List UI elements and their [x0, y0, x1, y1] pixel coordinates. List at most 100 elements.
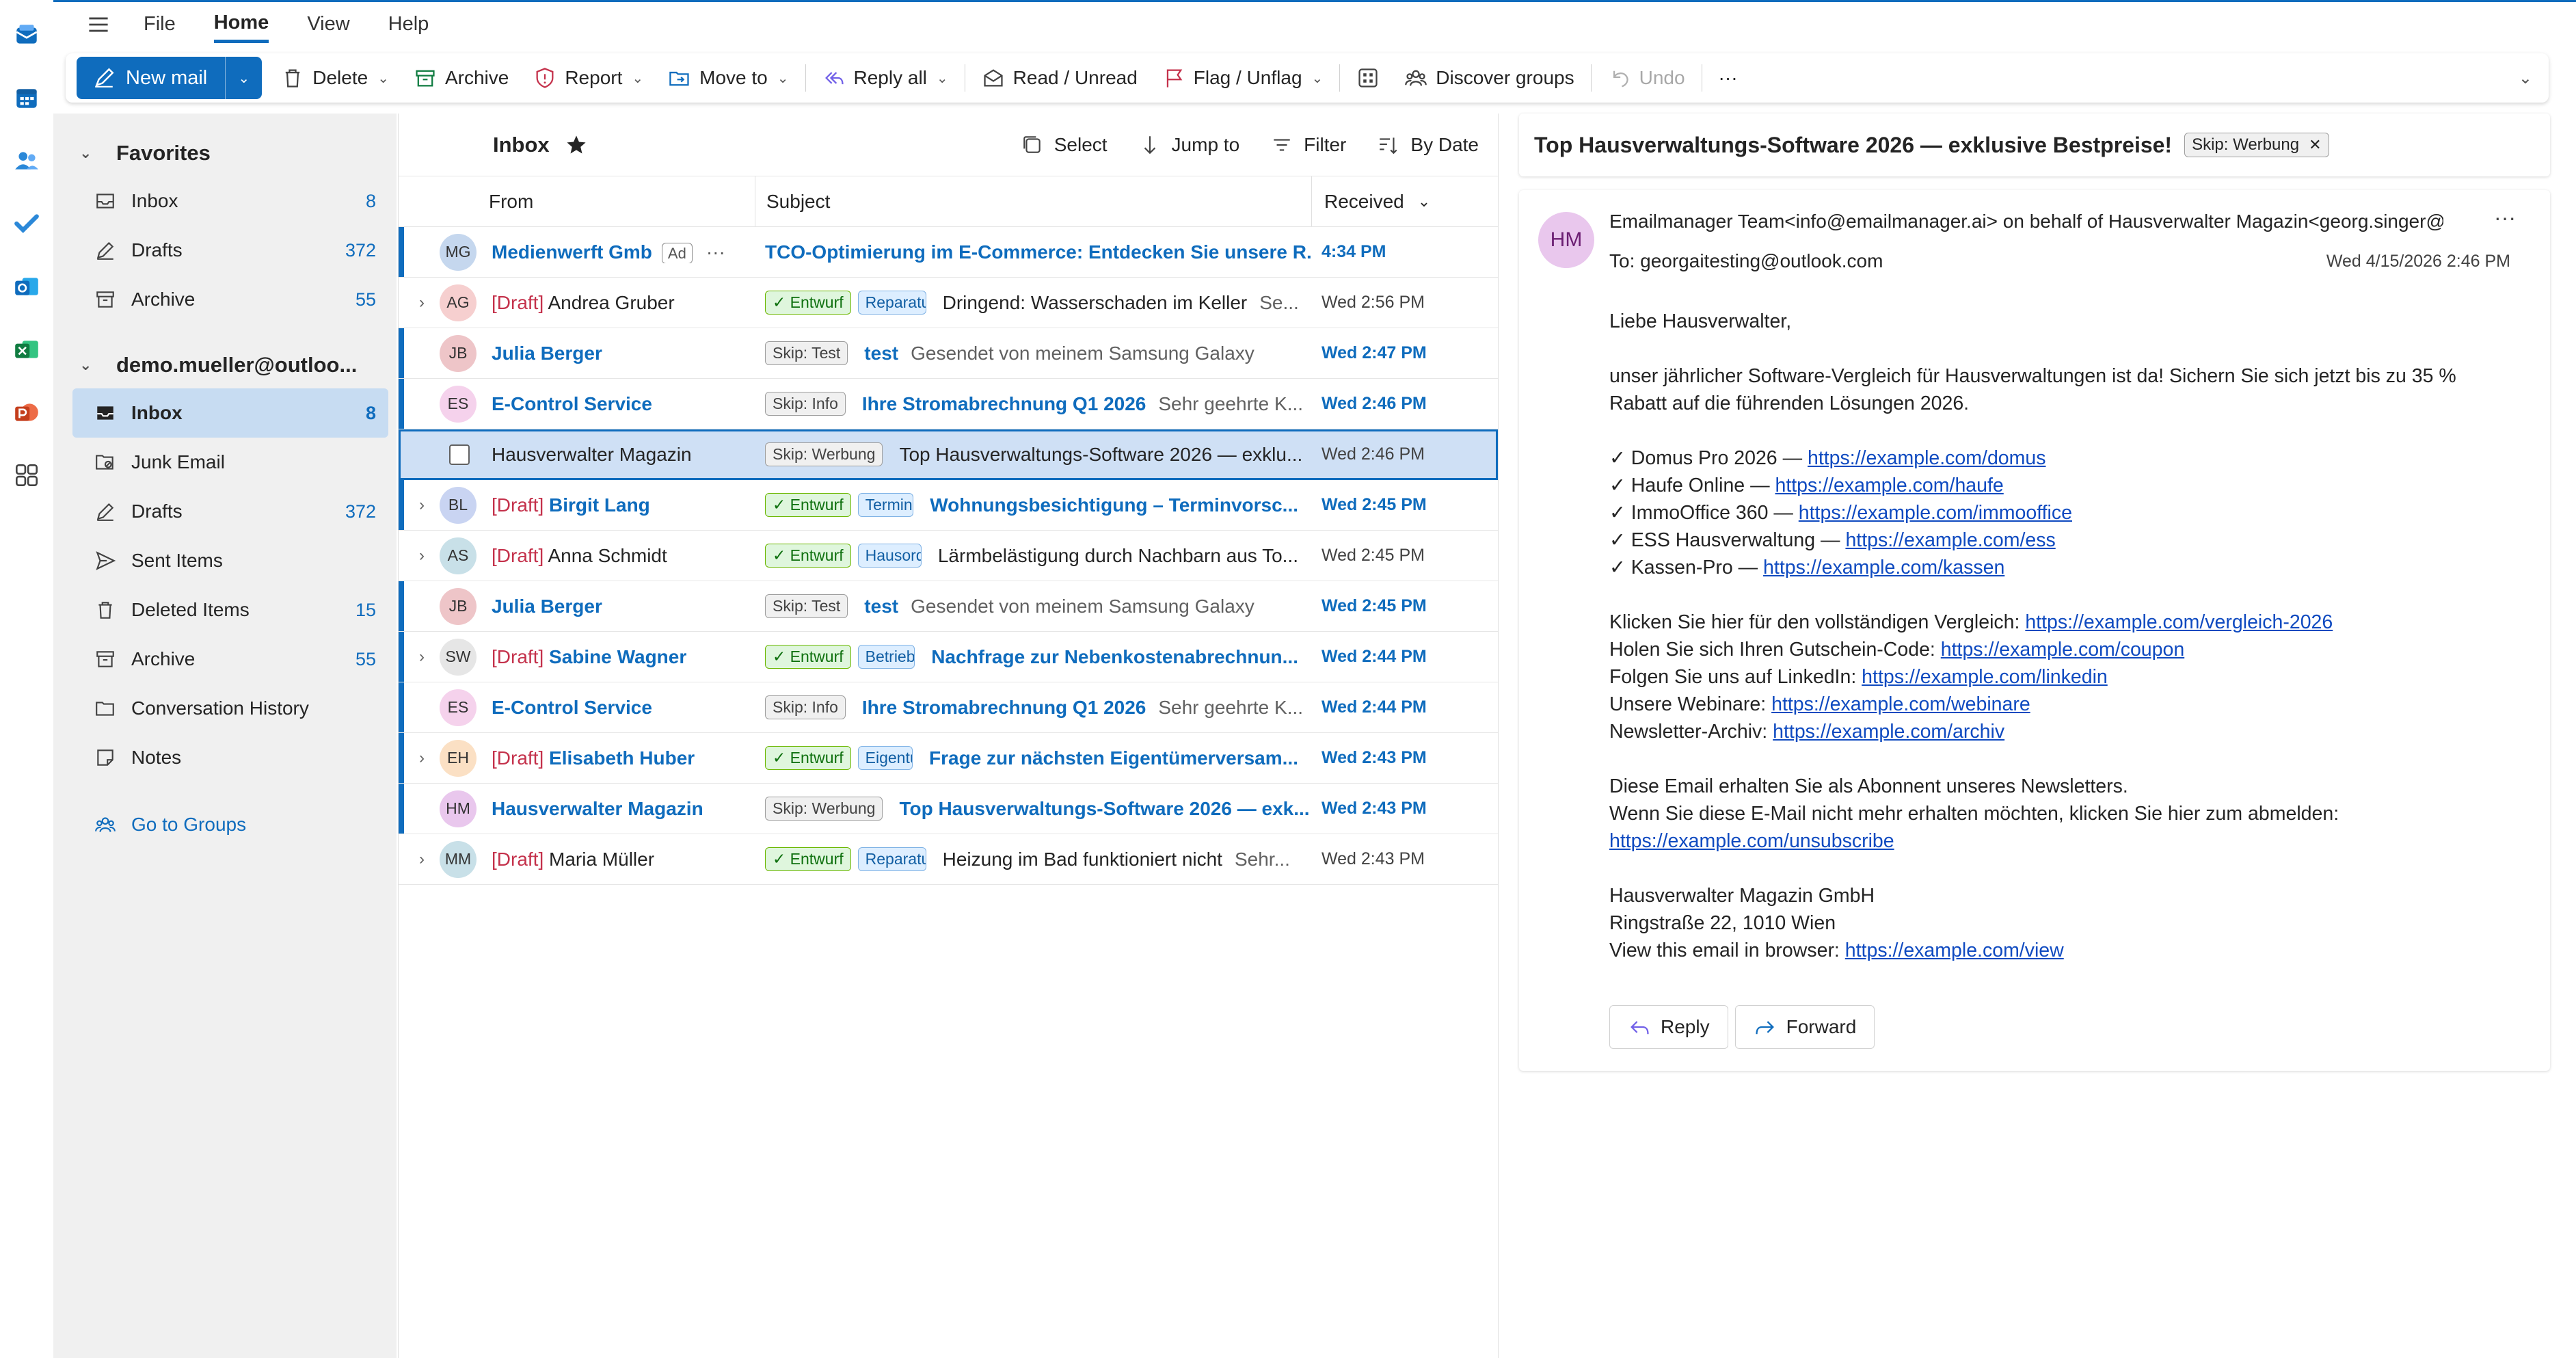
reply-all-button[interactable]: Reply all ⌄: [810, 57, 961, 98]
menu-view[interactable]: View: [307, 8, 349, 41]
folder-item-drafts[interactable]: Drafts 372: [72, 487, 388, 536]
menu-home[interactable]: Home: [213, 6, 269, 43]
message-row[interactable]: › SW [Draft] Sabine Wagner ✓ Entwurf Betrieb…: [399, 632, 1498, 682]
message-row[interactable]: ›BL [Draft] Birgit Lang ✓ EntwurfTerminal W…: [399, 480, 1498, 531]
message-row[interactable]: ES E-Control Service Skip: Info Ihre Stroma…: [399, 682, 1498, 733]
expand-thread-chevron-icon[interactable]: ›: [419, 648, 440, 667]
product-link[interactable]: https://example.com/domus: [1808, 447, 2046, 469]
select-button[interactable]: Select: [1021, 134, 1108, 156]
message-row[interactable]: Hausverwalter Magazin Skip: Werbung Top Ha…: [399, 429, 1498, 480]
sort-button[interactable]: By Date: [1378, 134, 1479, 156]
sender-line[interactable]: Emailmanager Team<info@emailmanager.ai> …: [1609, 211, 2443, 232]
message-row[interactable]: JB Julia Berger Skip: Test test Gesendet von…: [399, 581, 1498, 632]
new-mail-dropdown[interactable]: ⌄: [225, 57, 262, 99]
chevron-down-icon[interactable]: ⌄: [377, 70, 389, 87]
menu-help[interactable]: Help: [388, 8, 429, 41]
close-icon[interactable]: ✕: [2309, 136, 2321, 154]
archive-link[interactable]: https://example.com/archiv: [1773, 721, 2004, 743]
more-options-button[interactable]: ···: [1706, 57, 1750, 98]
undo-button[interactable]: Undo: [1596, 57, 1698, 98]
ribbon-expand-chevron-icon[interactable]: ⌄: [2519, 68, 2532, 88]
message-row[interactable]: › AG [Draft] Andrea Gruber ✓ Entwurf Reparat…: [399, 278, 1498, 328]
chevron-down-icon[interactable]: ⌄: [1312, 70, 1324, 87]
chevron-down-icon[interactable]: ⌄: [937, 70, 948, 87]
column-from[interactable]: From: [399, 176, 755, 226]
chevron-down-icon[interactable]: ⌄: [632, 70, 643, 87]
product-link[interactable]: https://example.com/ess: [1845, 529, 2055, 551]
delete-button[interactable]: Delete ⌄: [269, 57, 401, 98]
category-tag: ✓ Entwurf: [765, 746, 851, 770]
new-mail-button[interactable]: New mail ⌄: [77, 57, 263, 99]
account-label: demo.mueller@outloo...: [116, 353, 358, 377]
excel-app-icon[interactable]: [9, 328, 44, 371]
flag-unflag-button[interactable]: Flag / Unflag ⌄: [1150, 57, 1336, 98]
archive-button[interactable]: Archive: [401, 57, 521, 98]
calendar-app-icon[interactable]: [9, 77, 44, 119]
folder-item-junk[interactable]: Junk Email: [72, 438, 388, 487]
discover-groups-button[interactable]: Discover groups: [1392, 57, 1586, 98]
comparison-link[interactable]: https://example.com/vergleich-2026: [2025, 611, 2333, 633]
unsubscribe-link[interactable]: https://example.com/unsubscribe: [1609, 830, 1894, 852]
mail-app-icon[interactable]: [9, 14, 44, 56]
folder-item-archive[interactable]: Archive 55: [72, 635, 388, 684]
forward-button[interactable]: Forward: [1734, 1005, 1875, 1049]
linkedin-link[interactable]: https://example.com/linkedin: [1862, 666, 2108, 688]
product-link[interactable]: https://example.com/haufe: [1775, 475, 2004, 496]
favorite-item-archive[interactable]: Archive 55: [72, 275, 388, 324]
powerpoint-app-icon[interactable]: [9, 391, 44, 434]
more-options-icon[interactable]: ···: [706, 241, 725, 263]
jump-to-button[interactable]: Jump to: [1139, 134, 1239, 156]
category-tag[interactable]: Skip: Werbung ✕: [2184, 133, 2329, 157]
message-row[interactable]: › EH [Draft] Elisabeth Huber ✓ Entwurf Eigen…: [399, 733, 1498, 784]
move-to-button[interactable]: Move to ⌄: [656, 57, 801, 98]
reply-button[interactable]: Reply: [1609, 1005, 1728, 1049]
outlook-app-icon[interactable]: [9, 265, 44, 308]
filter-label: Filter: [1304, 133, 1347, 155]
message-row[interactable]: › MM [Draft] Maria Müller ✓ Entwurf Reparatu…: [399, 834, 1498, 885]
more-actions-icon[interactable]: ···: [2494, 205, 2516, 230]
expand-thread-chevron-icon[interactable]: ›: [419, 749, 440, 768]
favorite-item-inbox[interactable]: Inbox 8: [72, 176, 388, 226]
account-header[interactable]: ⌄ demo.mueller@outloo...: [53, 342, 397, 388]
star-favorite-icon[interactable]: [565, 133, 588, 157]
folder-item-sent[interactable]: Sent Items: [72, 536, 388, 585]
message-row[interactable]: › AS [Draft] Anna Schmidt ✓ Entwurf Hausord L…: [399, 531, 1498, 581]
recipient-address[interactable]: georgaitesting@outlook.com: [1640, 250, 1883, 271]
expand-thread-chevron-icon[interactable]: ›: [419, 293, 440, 312]
view-in-browser-link[interactable]: https://example.com/view: [1845, 940, 2064, 961]
favorites-header[interactable]: ⌄ Favorites: [53, 130, 397, 176]
row-checkbox[interactable]: [449, 444, 470, 465]
message-row[interactable]: HM Hausverwalter Magazin Skip: Werbung Top …: [399, 784, 1498, 834]
folder-item-inbox[interactable]: Inbox 8: [72, 388, 388, 438]
folder-item-deleted[interactable]: Deleted Items 15: [72, 585, 388, 635]
filter-button[interactable]: Filter: [1271, 134, 1346, 156]
message-row[interactable]: ES E-Control Service Skip: Info Ihre Stroma…: [399, 379, 1498, 429]
favorite-item-drafts[interactable]: Drafts 372: [72, 226, 388, 275]
report-button[interactable]: Report ⌄: [521, 57, 656, 98]
chevron-down-icon[interactable]: ⌄: [777, 70, 789, 87]
go-to-groups-link[interactable]: Go to Groups: [72, 800, 388, 849]
divider: [1590, 64, 1592, 92]
column-received[interactable]: Received ⌄: [1312, 191, 1430, 213]
message-row[interactable]: MG Medienwerft Gmb Ad ··· TCO-Optimierung im…: [399, 227, 1498, 278]
more-apps-icon[interactable]: [9, 454, 44, 496]
message-row[interactable]: JB Julia Berger Skip: Test test Gesendet von…: [399, 328, 1498, 379]
column-subject[interactable]: Subject: [755, 176, 1312, 226]
read-unread-button[interactable]: Read / Unread: [969, 57, 1150, 98]
subject-cell: ✓ Entwurf Reparatu Dringend: Wasserschaden…: [765, 291, 1311, 315]
product-link[interactable]: https://example.com/kassen: [1763, 557, 2004, 578]
hamburger-menu-icon[interactable]: [81, 7, 116, 42]
todo-app-icon[interactable]: [9, 202, 44, 245]
expand-thread-chevron-icon[interactable]: ›: [419, 850, 440, 869]
menu-file[interactable]: File: [144, 8, 176, 41]
folder-item-notes[interactable]: Notes: [72, 733, 388, 782]
expand-thread-chevron-icon[interactable]: ›: [419, 496, 440, 515]
people-app-icon[interactable]: [9, 139, 44, 182]
coupon-link[interactable]: https://example.com/coupon: [1941, 639, 2184, 661]
expand-thread-chevron-icon[interactable]: ›: [419, 546, 440, 565]
apps-button[interactable]: [1344, 57, 1392, 98]
folder-item-conversation-history[interactable]: Conversation History: [72, 684, 388, 733]
sender-avatar[interactable]: HM: [1538, 212, 1594, 268]
product-link[interactable]: https://example.com/immooffice: [1799, 502, 2072, 524]
webinar-link[interactable]: https://example.com/webinare: [1771, 693, 2030, 715]
